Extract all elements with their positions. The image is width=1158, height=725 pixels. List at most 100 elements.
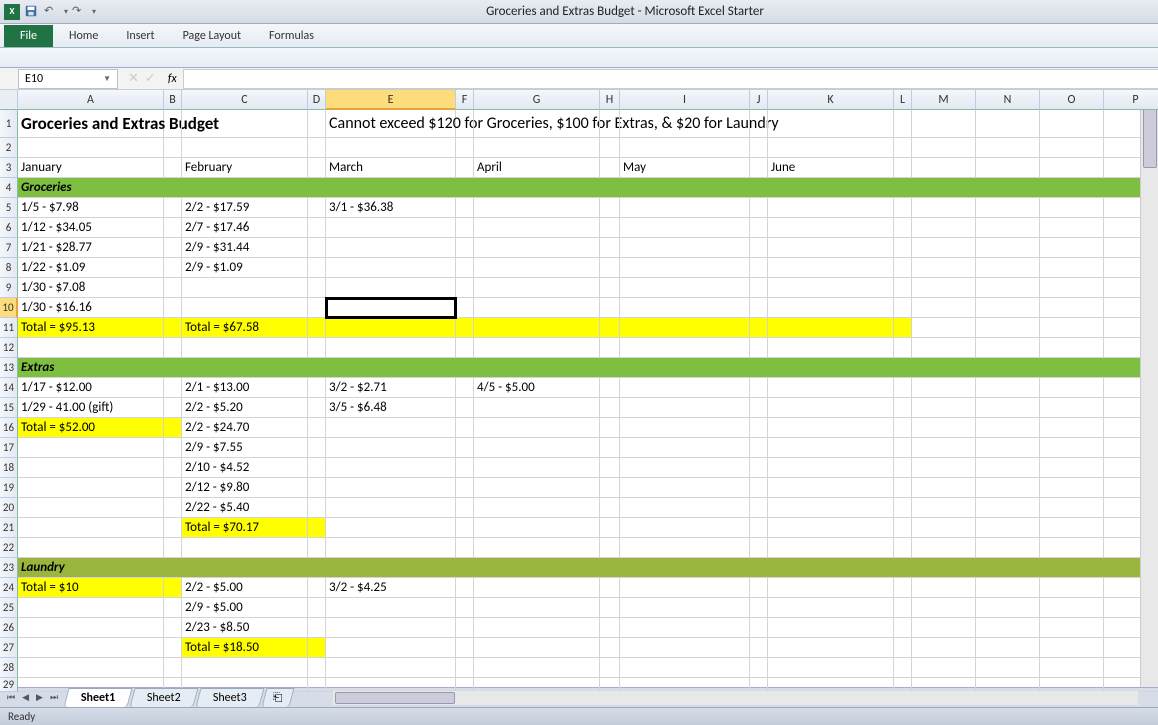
cell-A12[interactable] xyxy=(18,338,164,358)
cell-I12[interactable] xyxy=(620,338,750,358)
cell-N8[interactable] xyxy=(976,258,1040,278)
col-header-G[interactable]: G xyxy=(474,90,600,110)
cell-N7[interactable] xyxy=(976,238,1040,258)
cell-B28[interactable] xyxy=(164,658,182,678)
cell-D24[interactable] xyxy=(308,578,326,598)
cell-J26[interactable] xyxy=(750,618,768,638)
cell-I1[interactable] xyxy=(620,110,750,138)
tab-prev-icon[interactable]: ◀ xyxy=(19,692,32,703)
cell-J27[interactable] xyxy=(750,638,768,658)
cell-E15[interactable]: 3/5 - $6.48 xyxy=(326,398,456,418)
cell-J9[interactable] xyxy=(750,278,768,298)
cell-B16[interactable] xyxy=(164,418,182,438)
cell-E10[interactable] xyxy=(326,298,456,318)
cell-C27[interactable]: Total = $18.50 xyxy=(182,638,308,658)
cell-J22[interactable] xyxy=(750,538,768,558)
cell-I14[interactable] xyxy=(620,378,750,398)
undo-dropdown-icon[interactable]: ▾ xyxy=(64,7,68,17)
cell-A19[interactable] xyxy=(18,478,164,498)
cell-O19[interactable] xyxy=(1040,478,1104,498)
cell-D19[interactable] xyxy=(308,478,326,498)
cell-C18[interactable]: 2/10 - $4.52 xyxy=(182,458,308,478)
cell-A27[interactable] xyxy=(18,638,164,658)
cell-G1[interactable] xyxy=(474,110,600,138)
cell-O25[interactable] xyxy=(1040,598,1104,618)
cell-M12[interactable] xyxy=(912,338,976,358)
cell-O11[interactable] xyxy=(1040,318,1104,338)
row-header-13[interactable]: 13 xyxy=(0,358,18,378)
cell-J24[interactable] xyxy=(750,578,768,598)
cell-N3[interactable] xyxy=(976,158,1040,178)
cell-L10[interactable] xyxy=(894,298,912,318)
cell-J25[interactable] xyxy=(750,598,768,618)
cell-J16[interactable] xyxy=(750,418,768,438)
cell-O1[interactable] xyxy=(1040,110,1104,138)
cell-C3[interactable]: February xyxy=(182,158,308,178)
cell-L6[interactable] xyxy=(894,218,912,238)
cell-C16[interactable]: 2/2 - $24.70 xyxy=(182,418,308,438)
cell-J15[interactable] xyxy=(750,398,768,418)
cell-G18[interactable] xyxy=(474,458,600,478)
cell-O14[interactable] xyxy=(1040,378,1104,398)
cell-I19[interactable] xyxy=(620,478,750,498)
cell-H27[interactable] xyxy=(600,638,620,658)
cell-A28[interactable] xyxy=(18,658,164,678)
cell-E26[interactable] xyxy=(326,618,456,638)
cell-K3[interactable]: June xyxy=(768,158,894,178)
cell-H3[interactable] xyxy=(600,158,620,178)
cell-F3[interactable] xyxy=(456,158,474,178)
row-header-15[interactable]: 15 xyxy=(0,398,18,418)
cell-D27[interactable] xyxy=(308,638,326,658)
cell-O17[interactable] xyxy=(1040,438,1104,458)
cell-K21[interactable] xyxy=(768,518,894,538)
cell-C25[interactable]: 2/9 - $5.00 xyxy=(182,598,308,618)
cell-D26[interactable] xyxy=(308,618,326,638)
cell-L27[interactable] xyxy=(894,638,912,658)
cell-L11[interactable] xyxy=(894,318,912,338)
cell-H21[interactable] xyxy=(600,518,620,538)
cell-L20[interactable] xyxy=(894,498,912,518)
cell-G5[interactable] xyxy=(474,198,600,218)
cell-N10[interactable] xyxy=(976,298,1040,318)
cell-G14[interactable]: 4/5 - $5.00 xyxy=(474,378,600,398)
col-header-H[interactable]: H xyxy=(600,90,620,110)
cell-I15[interactable] xyxy=(620,398,750,418)
row-header-12[interactable]: 12 xyxy=(0,338,18,358)
cell-C19[interactable]: 2/12 - $9.80 xyxy=(182,478,308,498)
cell-C9[interactable] xyxy=(182,278,308,298)
cell-E19[interactable] xyxy=(326,478,456,498)
cell-L8[interactable] xyxy=(894,258,912,278)
cell-A10[interactable]: 1/30 - $16.16 xyxy=(18,298,164,318)
new-sheet-tab[interactable]: ⎗ xyxy=(261,688,294,707)
cell-E11[interactable] xyxy=(326,318,456,338)
col-header-K[interactable]: K xyxy=(768,90,894,110)
cell-L16[interactable] xyxy=(894,418,912,438)
cell-I20[interactable] xyxy=(620,498,750,518)
cell-C2[interactable] xyxy=(182,138,308,158)
cell-J1[interactable] xyxy=(750,110,768,138)
cell-O26[interactable] xyxy=(1040,618,1104,638)
cell-K8[interactable] xyxy=(768,258,894,278)
cell-H25[interactable] xyxy=(600,598,620,618)
cell-L21[interactable] xyxy=(894,518,912,538)
cell-M10[interactable] xyxy=(912,298,976,318)
cell-B27[interactable] xyxy=(164,638,182,658)
cell-F12[interactable] xyxy=(456,338,474,358)
cell-O12[interactable] xyxy=(1040,338,1104,358)
vertical-scroll-thumb[interactable] xyxy=(1143,108,1157,168)
cell-M9[interactable] xyxy=(912,278,976,298)
cell-C1[interactable] xyxy=(182,110,308,138)
cell-E16[interactable] xyxy=(326,418,456,438)
cell-K14[interactable] xyxy=(768,378,894,398)
cell-O16[interactable] xyxy=(1040,418,1104,438)
cell-M7[interactable] xyxy=(912,238,976,258)
cell-F6[interactable] xyxy=(456,218,474,238)
cell-N16[interactable] xyxy=(976,418,1040,438)
cell-B1[interactable] xyxy=(164,110,182,138)
cell-J20[interactable] xyxy=(750,498,768,518)
cell-A24[interactable]: Total = $10 xyxy=(18,578,164,598)
cell-F28[interactable] xyxy=(456,658,474,678)
row-header-18[interactable]: 18 xyxy=(0,458,18,478)
col-header-B[interactable]: B xyxy=(164,90,182,110)
horizontal-scrollbar[interactable] xyxy=(333,691,1138,705)
